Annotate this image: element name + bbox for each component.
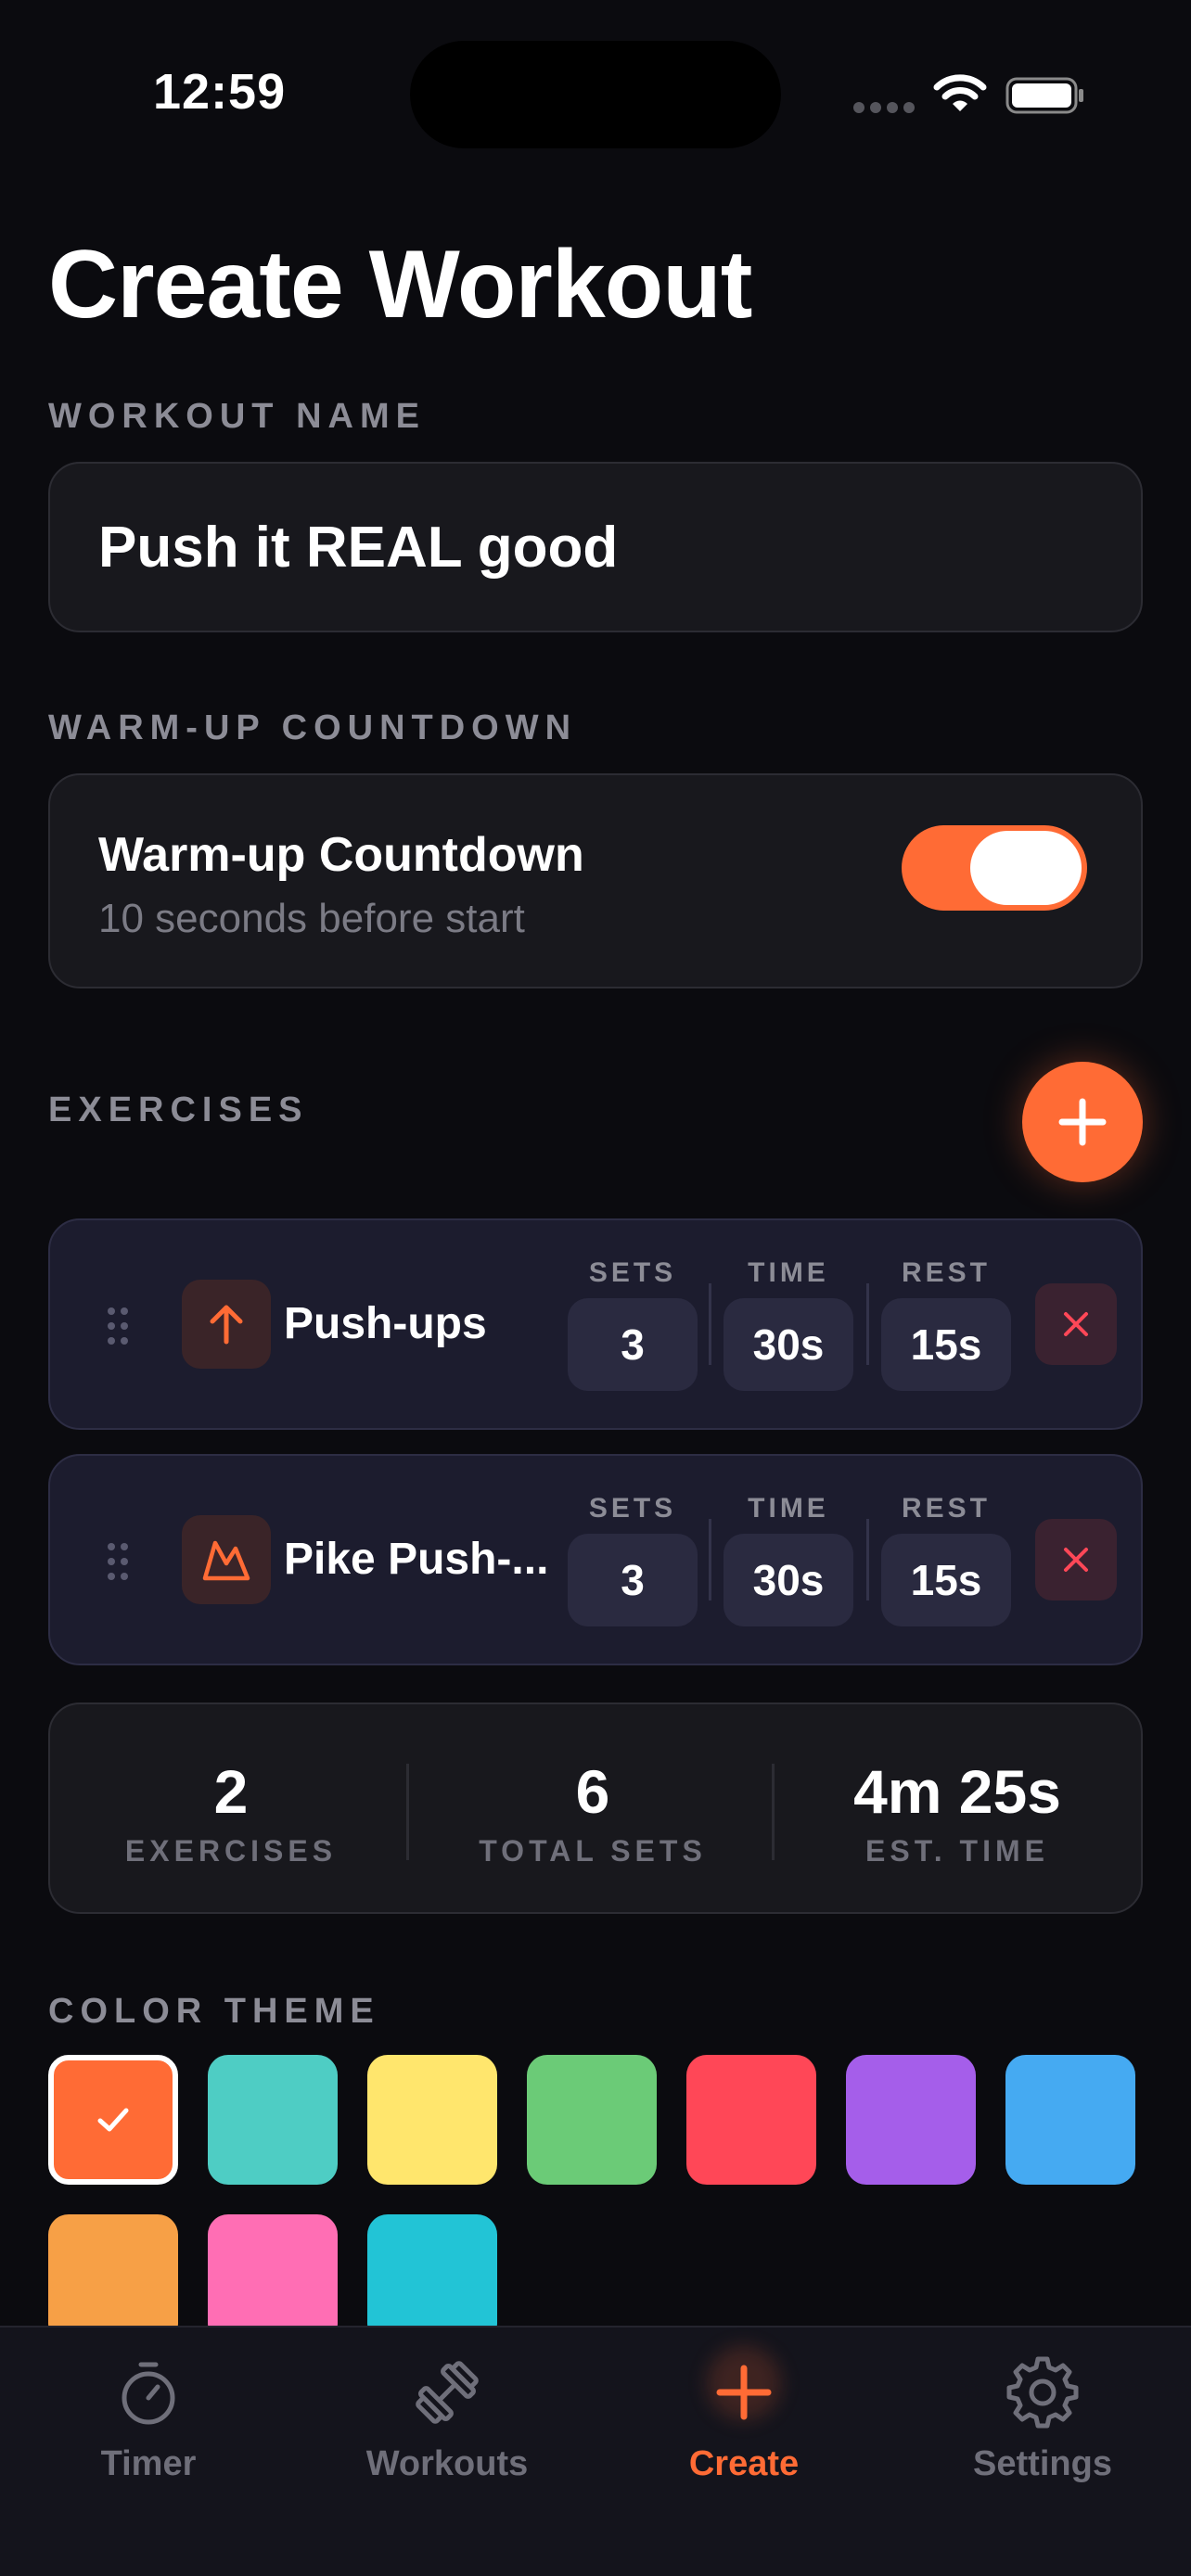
time-header: TIME	[748, 1493, 829, 1524]
gear-icon	[1006, 2356, 1079, 2429]
plus-icon	[716, 2365, 772, 2420]
color-swatch[interactable]	[367, 2214, 497, 2344]
exercise-card[interactable]: Pike Push-... SETS 3 TIME 30s REST 15s	[48, 1454, 1143, 1665]
remove-exercise-button[interactable]	[1035, 1519, 1117, 1600]
estimated-time: 4m 25s	[853, 1757, 1061, 1826]
close-icon	[1064, 1548, 1088, 1572]
sets-column: SETS 3	[568, 1257, 698, 1391]
checkmark-icon	[97, 2108, 129, 2132]
sets-input[interactable]: 3	[568, 1298, 698, 1391]
divider	[866, 1519, 869, 1600]
divider	[406, 1764, 409, 1860]
close-icon	[1064, 1312, 1088, 1336]
remove-exercise-button[interactable]	[1035, 1283, 1117, 1365]
summary-time: 4m 25s EST. TIME	[774, 1756, 1141, 1868]
divider	[866, 1283, 869, 1365]
summary-exercises: 2 EXERCISES	[50, 1756, 412, 1868]
add-exercise-button[interactable]	[1022, 1062, 1143, 1182]
color-swatch[interactable]	[1005, 2055, 1135, 2185]
rest-column: REST 15s	[881, 1257, 1011, 1391]
color-swatch[interactable]	[48, 2055, 178, 2185]
exercises-section-label: EXERCISES	[48, 1090, 309, 1129]
divider	[709, 1519, 711, 1600]
plus-icon	[1058, 1098, 1107, 1146]
sets-input[interactable]: 3	[568, 1534, 698, 1626]
estimated-time-label: EST. TIME	[865, 1834, 1049, 1868]
dynamic-island	[410, 41, 781, 148]
tab-bar: Timer Workouts Create Settings	[0, 2326, 1191, 2576]
color-swatch[interactable]	[846, 2055, 976, 2185]
stopwatch-icon	[122, 2362, 175, 2425]
tab-timer[interactable]: Timer	[28, 2355, 269, 2484]
drag-handle-icon[interactable]	[106, 1541, 130, 1582]
toggle-knob	[970, 831, 1082, 905]
page-title: Create Workout	[48, 231, 752, 338]
tab-label: Workouts	[365, 2444, 529, 2483]
color-swatch[interactable]	[686, 2055, 816, 2185]
color-swatch[interactable]	[48, 2214, 178, 2344]
time-input[interactable]: 30s	[724, 1534, 853, 1626]
summary-sets: 6 TOTAL SETS	[412, 1756, 774, 1868]
exercise-name: Push-ups	[284, 1299, 487, 1348]
mountain-icon	[202, 1540, 250, 1581]
exercise-card[interactable]: Push-ups SETS 3 TIME 30s REST 15s	[48, 1218, 1143, 1430]
exercises-count: 2	[213, 1757, 249, 1826]
total-sets: 6	[575, 1757, 610, 1826]
cellular-signal-icon	[853, 102, 915, 113]
sets-column: SETS 3	[568, 1493, 698, 1626]
battery-icon	[1005, 77, 1083, 114]
tab-workouts[interactable]: Workouts	[327, 2355, 568, 2484]
workout-name-label: WORKOUT NAME	[48, 397, 426, 436]
warmup-card: Warm-up Countdown 10 seconds before star…	[48, 773, 1143, 988]
create-workout-screen: 12:59 Create Workout WORKOUT NAME Push i…	[0, 0, 1191, 2576]
warmup-subtitle: 10 seconds before start	[98, 896, 525, 941]
color-swatch[interactable]	[208, 2055, 338, 2185]
exercises-count-label: EXERCISES	[124, 1834, 338, 1868]
arrow-up-icon	[210, 1305, 243, 1345]
rest-input[interactable]: 15s	[881, 1534, 1011, 1626]
total-sets-label: TOTAL SETS	[479, 1834, 707, 1868]
divider	[709, 1283, 711, 1365]
time-column: TIME 30s	[724, 1493, 853, 1626]
drag-handle-icon[interactable]	[106, 1306, 130, 1346]
warmup-toggle[interactable]	[902, 825, 1087, 911]
exercise-icon	[182, 1515, 271, 1604]
wifi-icon	[933, 74, 987, 111]
exercise-name: Pike Push-...	[284, 1535, 549, 1584]
rest-header: REST	[901, 1493, 991, 1524]
warmup-title: Warm-up Countdown	[98, 828, 584, 882]
tab-settings[interactable]: Settings	[922, 2355, 1163, 2484]
dumbbell-icon	[416, 2361, 479, 2424]
rest-column: REST 15s	[881, 1493, 1011, 1626]
tab-label: Timer	[100, 2444, 197, 2483]
rest-input[interactable]: 15s	[881, 1298, 1011, 1391]
sets-header: SETS	[588, 1493, 677, 1524]
time-input[interactable]: 30s	[724, 1298, 853, 1391]
tab-label: Create	[688, 2444, 800, 2483]
color-swatch[interactable]	[208, 2214, 338, 2344]
rest-header: REST	[901, 1257, 991, 1288]
status-time: 12:59	[153, 64, 287, 120]
time-header: TIME	[748, 1257, 829, 1288]
color-swatch[interactable]	[527, 2055, 657, 2185]
time-column: TIME 30s	[724, 1257, 853, 1391]
tab-create[interactable]: Create	[623, 2346, 864, 2484]
workout-name-input[interactable]: Push it REAL good	[48, 462, 1143, 632]
warmup-section-label: WARM-UP COUNTDOWN	[48, 708, 578, 747]
sets-header: SETS	[588, 1257, 677, 1288]
exercise-icon	[182, 1280, 271, 1369]
workout-summary: 2 EXERCISES 6 TOTAL SETS 4m 25s EST. TIM…	[48, 1702, 1143, 1914]
color-theme-label: COLOR THEME	[48, 1992, 380, 2031]
color-swatch[interactable]	[367, 2055, 497, 2185]
tab-label: Settings	[973, 2444, 1112, 2483]
